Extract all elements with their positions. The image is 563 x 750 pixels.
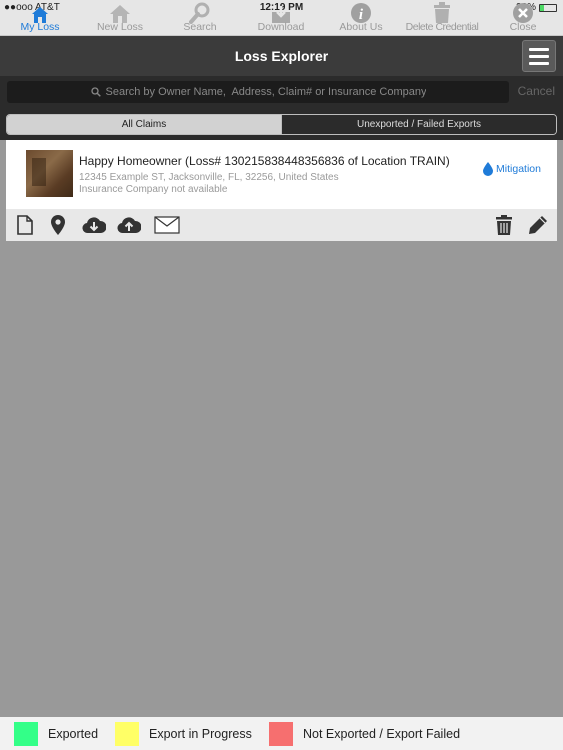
tab-about-us[interactable]: i About Us	[321, 0, 401, 36]
mitigation-badge[interactable]: Mitigation	[483, 162, 541, 176]
legend-swatch	[14, 722, 38, 746]
legend-swatch	[269, 722, 293, 746]
nav-bar: Loss Explorer	[0, 36, 563, 76]
tab-label: Close	[509, 21, 537, 33]
tab-delete-credential[interactable]: Delete Credential	[402, 0, 482, 36]
claim-thumbnail	[26, 150, 73, 197]
tab-label: Delete Credential	[405, 21, 479, 33]
search-field[interactable]	[7, 81, 509, 103]
legend-not-exported: Not Exported / Export Failed	[269, 722, 460, 746]
claim-action-bar	[6, 209, 557, 241]
cloud-upload-icon[interactable]	[117, 215, 141, 235]
trash-icon[interactable]	[493, 215, 515, 235]
tab-close[interactable]: Close	[483, 0, 563, 36]
segment-all-claims[interactable]: All Claims	[7, 115, 281, 134]
tab-my-loss[interactable]: My Loss	[0, 0, 80, 36]
legend-label: Export in Progress	[149, 727, 252, 741]
claims-filter-segmented-control: All Claims Unexported / Failed Exports	[6, 114, 557, 135]
claim-insurance: Insurance Company not available	[79, 184, 228, 195]
tab-label: Download	[257, 21, 305, 33]
filter-bar: All Claims Unexported / Failed Exports	[0, 108, 563, 140]
search-bar: Cancel	[0, 76, 563, 108]
tab-label: Search	[183, 21, 217, 33]
search-input[interactable]	[105, 86, 426, 98]
tab-new-loss[interactable]: New Loss	[80, 0, 160, 36]
claim-title: Happy Homeowner (Loss# 13021583844835683…	[79, 154, 450, 168]
cancel-button[interactable]: Cancel	[518, 84, 555, 98]
location-pin-icon[interactable]	[47, 215, 69, 235]
tab-label: New Loss	[96, 21, 144, 33]
tab-download[interactable]: Download	[241, 0, 321, 36]
document-icon[interactable]	[14, 215, 36, 235]
claim-address: 12345 Example ST, Jacksonville, FL, 3225…	[79, 172, 339, 183]
cloud-download-icon[interactable]	[82, 215, 106, 235]
legend-label: Not Exported / Export Failed	[303, 727, 461, 741]
tab-label: About Us	[339, 21, 383, 33]
legend-swatch	[115, 722, 139, 746]
mitigation-label: Mitigation	[496, 163, 541, 175]
tab-label: My Loss	[20, 21, 60, 33]
legend-label: Exported	[48, 727, 99, 741]
claim-card[interactable]: Happy Homeowner (Loss# 13021583844835683…	[6, 140, 557, 209]
tab-bar: ●●ooo AT&T 12:19 PM 22% My Loss New Loss…	[0, 0, 563, 36]
page-title: Loss Explorer	[234, 48, 329, 64]
export-status-legend: Exported Export in Progress Not Exported…	[0, 717, 563, 750]
legend-export-in-progress: Export in Progress	[115, 722, 252, 746]
hamburger-menu-icon[interactable]	[522, 40, 556, 72]
water-drop-icon	[483, 162, 494, 176]
segment-unexported-failed[interactable]: Unexported / Failed Exports	[281, 115, 556, 134]
search-icon	[90, 87, 101, 97]
envelope-icon[interactable]	[154, 215, 180, 235]
edit-pencil-icon[interactable]	[527, 215, 549, 235]
tab-search[interactable]: Search	[160, 0, 240, 36]
legend-exported: Exported	[14, 722, 98, 746]
